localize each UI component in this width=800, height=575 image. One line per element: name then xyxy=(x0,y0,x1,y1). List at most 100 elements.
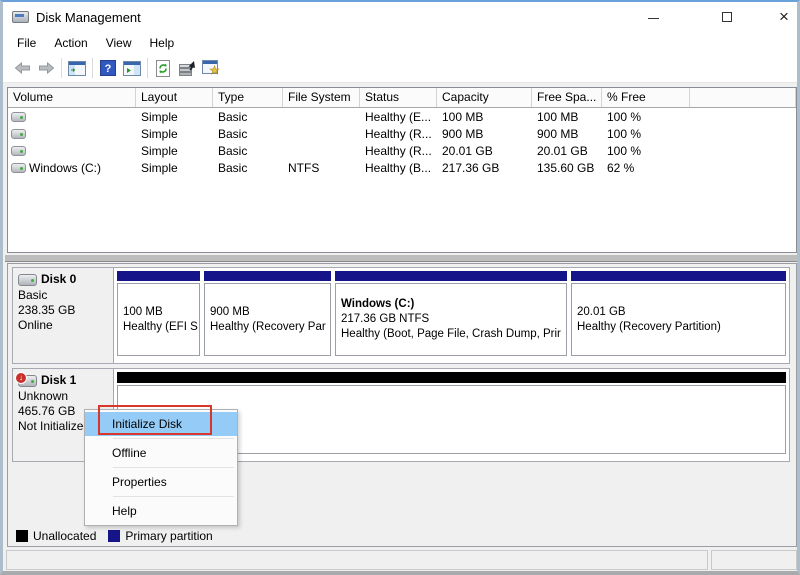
maximize-icon xyxy=(722,12,732,22)
disk-type: Basic xyxy=(18,288,48,302)
menu-item-properties[interactable]: Properties xyxy=(85,470,237,494)
legend-label: Primary partition xyxy=(125,528,213,543)
volume-type: Basic xyxy=(218,143,248,158)
disk-0-row[interactable]: Disk 0 Basic 238.35 GB Online 100 MB Hea… xyxy=(12,267,790,364)
partition-status: Healthy (Recovery Par xyxy=(210,320,326,333)
menu-separator xyxy=(113,467,234,468)
column-header-volume[interactable]: Volume xyxy=(8,88,136,107)
partition-status: Healthy (Recovery Partition) xyxy=(577,320,721,333)
pane-splitter[interactable] xyxy=(5,254,797,262)
disk-status: Online xyxy=(18,318,53,332)
legend-label: Unallocated xyxy=(33,528,97,543)
partition-recovery-1[interactable]: 900 MB Healthy (Recovery Par xyxy=(203,268,332,363)
rescan-disks-icon[interactable] xyxy=(199,56,223,80)
volume-percent-free: 62 % xyxy=(607,160,635,175)
disk-properties-icon[interactable] xyxy=(175,56,199,80)
menu-separator xyxy=(113,438,234,439)
maximize-button[interactable] xyxy=(703,2,751,32)
column-header-capacity[interactable]: Capacity xyxy=(437,88,532,107)
close-icon: × xyxy=(779,7,789,26)
column-header-status[interactable]: Status xyxy=(360,88,437,107)
disk-name: Disk 1 xyxy=(41,373,77,387)
minimize-button[interactable] xyxy=(629,2,677,32)
disk-0-label[interactable]: Disk 0 Basic 238.35 GB Online xyxy=(13,268,114,363)
disk-name: Disk 0 xyxy=(41,272,77,286)
volume-icon xyxy=(11,162,26,173)
column-header-empty xyxy=(690,88,796,107)
partition-color-bar xyxy=(204,271,331,281)
volume-row[interactable]: Simple Basic Healthy (E... 100 MB 100 MB… xyxy=(8,108,796,125)
volume-name: Windows (C:) xyxy=(29,160,102,175)
status-bar-section-left xyxy=(6,550,708,570)
unallocated-swatch xyxy=(16,529,28,542)
show-console-tree-icon[interactable] xyxy=(65,56,89,80)
partition-color-bar xyxy=(335,271,567,281)
menu-help[interactable]: Help xyxy=(141,33,184,53)
volume-free-space: 135.60 GB xyxy=(537,160,595,175)
menu-action[interactable]: Action xyxy=(45,33,96,53)
volume-layout: Simple xyxy=(141,126,178,141)
volume-list-header: Volume Layout Type File System Status Ca… xyxy=(8,88,796,108)
partition-capacity: 217.36 GB NTFS xyxy=(341,313,430,325)
disk-size: 238.35 GB xyxy=(18,303,76,317)
partition-capacity: 900 MB xyxy=(210,305,250,318)
disk-type: Unknown xyxy=(18,389,69,403)
volume-status: Healthy (B... xyxy=(365,160,432,175)
partition-name: Windows (C:) xyxy=(341,298,415,310)
status-bar-section-right xyxy=(711,550,797,570)
help-icon[interactable]: ? xyxy=(96,56,120,80)
column-header-free-space[interactable]: Free Spa... xyxy=(532,88,602,107)
volume-type: Basic xyxy=(218,160,248,175)
partition-capacity: 100 MB xyxy=(123,305,163,318)
volume-status: Healthy (R... xyxy=(365,143,432,158)
volume-row[interactable]: Simple Basic Healthy (R... 20.01 GB 20.0… xyxy=(8,142,796,159)
legend-primary-partition: Primary partition xyxy=(108,528,213,543)
svg-text:?: ? xyxy=(105,63,112,75)
title-bar[interactable]: Disk Management xyxy=(3,2,797,32)
volume-capacity: 20.01 GB xyxy=(442,143,493,158)
volume-free-space: 20.01 GB xyxy=(537,143,588,158)
menu-separator xyxy=(113,496,234,497)
menu-item-offline[interactable]: Offline xyxy=(85,441,237,465)
disk-management-app-icon xyxy=(12,11,29,23)
volume-capacity: 900 MB xyxy=(442,126,484,141)
partition-windows-c[interactable]: Windows (C:) 217.36 GB NTFS Healthy (Boo… xyxy=(334,268,568,363)
menu-view[interactable]: View xyxy=(97,33,141,53)
annotation-red-box xyxy=(98,405,212,435)
volume-capacity: 217.36 GB xyxy=(442,160,500,175)
volume-capacity: 100 MB xyxy=(442,109,484,124)
column-header-percent-free[interactable]: % Free xyxy=(602,88,690,107)
column-header-type[interactable]: Type xyxy=(213,88,283,107)
disk-0-partitions: 100 MB Healthy (EFI S 900 MB Healthy (Re… xyxy=(114,268,789,363)
volume-status: Healthy (E... xyxy=(365,109,432,124)
partition-status: Healthy (EFI S xyxy=(123,320,198,333)
volume-layout: Simple xyxy=(141,143,178,158)
volume-free-space: 900 MB xyxy=(537,126,579,141)
forward-icon[interactable] xyxy=(34,56,58,80)
back-icon[interactable] xyxy=(10,56,34,80)
menu-file[interactable]: File xyxy=(8,33,45,53)
volume-row[interactable]: Simple Basic Healthy (R... 900 MB 900 MB… xyxy=(8,125,796,142)
menu-bar: File Action View Help xyxy=(3,32,797,54)
close-button[interactable]: × xyxy=(769,2,797,32)
menu-item-help[interactable]: Help xyxy=(85,499,237,523)
column-header-layout[interactable]: Layout xyxy=(136,88,213,107)
volume-free-space: 100 MB xyxy=(537,109,579,124)
partition-capacity: 20.01 GB xyxy=(577,305,626,318)
show-action-pane-icon[interactable] xyxy=(120,56,144,80)
window-title: Disk Management xyxy=(36,9,141,25)
volume-percent-free: 100 % xyxy=(607,126,642,141)
partition-efi[interactable]: 100 MB Healthy (EFI S xyxy=(116,268,201,363)
legend: Unallocated Primary partition xyxy=(16,527,213,544)
partition-color-bar xyxy=(117,271,200,281)
disk-not-initialized-icon xyxy=(15,371,37,387)
volume-icon xyxy=(11,128,26,139)
volume-row[interactable]: Windows (C:) Simple Basic NTFS Healthy (… xyxy=(8,159,796,176)
refresh-icon[interactable] xyxy=(151,56,175,80)
column-header-file-system[interactable]: File System xyxy=(283,88,360,107)
volume-layout: Simple xyxy=(141,109,178,124)
volume-status: Healthy (R... xyxy=(365,126,432,141)
volume-list-pane: Volume Layout Type File System Status Ca… xyxy=(7,87,797,253)
minimize-icon xyxy=(647,18,659,19)
partition-recovery-2[interactable]: 20.01 GB Healthy (Recovery Partition) xyxy=(570,268,787,363)
